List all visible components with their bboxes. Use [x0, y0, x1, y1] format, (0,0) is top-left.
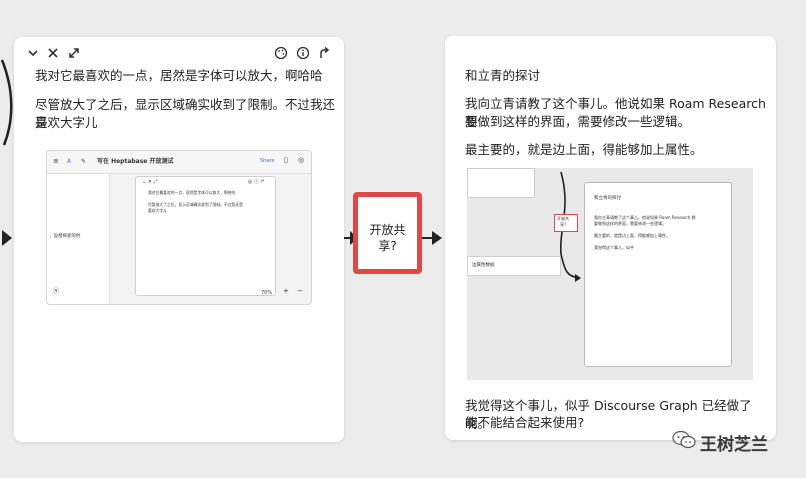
sidebar-toggle-icon: ▯	[284, 156, 288, 164]
screenshot-title: 写在 Heptabase 开放测试	[97, 158, 174, 165]
screenshot-curve	[559, 171, 581, 282]
inner-text-2: 要做到这样的界面，需要修改一些逻辑。	[594, 221, 666, 226]
embedded-screenshot: ≡ A ✎ 写在 Heptabase 开放测试 Share ▯ ◎ ，设想探索的…	[46, 150, 312, 305]
settings-icon: ◎	[298, 156, 305, 164]
inner-toolbar-left: ⌄ ✕ ⤢	[142, 179, 158, 185]
card-paragraph-2-line-2: 喜欢大字儿	[35, 115, 98, 130]
text-icon: A	[67, 158, 72, 165]
screenshot-node: 开放共 享?	[554, 214, 578, 232]
screenshot-sidebar: ，设想探索的时	[47, 174, 110, 304]
node-label-line-1: 开放共	[369, 223, 406, 237]
screenshot-side-card: 边属性数据	[467, 256, 561, 276]
screenshot-right-inner-card: 和立青的探讨 我向立青请教了这个事儿。他说如果 Roam Research 想 …	[584, 182, 732, 367]
zoom-level: 70%	[261, 290, 273, 296]
inner-heading: 和立青的探讨	[594, 196, 621, 201]
card-paragraph-1: 我对它最喜欢的一点，居然是字体可以放大，啊哈哈	[35, 68, 323, 83]
right-paragraph-3-line-2: 能不能结合起来使用?	[465, 415, 585, 430]
node-label-line-2: 享?	[378, 239, 397, 253]
zoom-in-icon: +	[283, 287, 289, 295]
chevron-down-icon[interactable]	[26, 46, 40, 60]
right-card[interactable]: 和立青的探讨 我向立青请教了这个事儿。他说如果 Roam Research 想 …	[445, 36, 776, 440]
screenshot-inner-card: ⌄ ✕ ⤢ ◎ ⓘ ↱ 我对它最喜欢的一点，居然是字体可以放大，啊哈哈 尽管放大…	[135, 176, 276, 296]
expand-icon[interactable]	[67, 46, 81, 60]
zoom-out-icon: −	[297, 287, 303, 295]
screenshot-top-card	[467, 168, 535, 198]
screenshot-side-label: 边属性数据	[472, 263, 495, 268]
screenshot-toolbar: ≡ A ✎ 写在 Heptabase 开放测试 Share ▯ ◎	[47, 151, 311, 174]
right-embedded-screenshot: 边属性数据 开放共 享? 和立青的探讨 我向立青请教了这个事儿。他说如果 Roa…	[467, 168, 753, 380]
right-card-heading: 和立青的探讨	[465, 68, 541, 83]
wechat-icon	[672, 430, 696, 450]
pen-icon: ✎	[81, 158, 87, 165]
watermark: 王树芝兰	[672, 428, 792, 455]
inner-line-3: 喜欢大字儿	[148, 208, 167, 213]
close-icon[interactable]	[46, 46, 60, 60]
screenshot-node-label-2: 享?	[560, 222, 567, 227]
side-text: ，设想探索的时	[49, 234, 81, 239]
palette-icon[interactable]	[273, 46, 289, 60]
inner-line-1: 我对它最喜欢的一点，居然是字体可以放大，啊哈哈	[148, 190, 236, 195]
inner-toolbar-right: ◎ ⓘ ↱	[248, 179, 265, 185]
share-arrow-icon[interactable]	[317, 46, 331, 60]
info-icon[interactable]	[295, 46, 311, 60]
inner-text-4: 我觉得这个事儿，似乎	[594, 245, 634, 250]
help-icon: ⓠ	[53, 288, 60, 295]
menu-icon: ≡	[53, 157, 59, 165]
screenshot-node-label-1: 开放共	[557, 216, 569, 221]
right-paragraph-2: 最主要的，就是边上面，得能够加上属性。	[465, 142, 703, 157]
screenshot-share: Share	[260, 158, 275, 164]
connector-arrow-to-right	[422, 231, 442, 245]
right-paragraph-1-line-2: 要做到这样的界面，需要修改一些逻辑。	[465, 114, 691, 129]
inner-text-3: 最主要的，就是边上面，得能够加上属性。	[594, 233, 670, 238]
middle-node[interactable]: 开放共 享?	[353, 192, 422, 274]
watermark-text: 王树芝兰	[700, 435, 768, 455]
left-card[interactable]: 我对它最喜欢的一点，居然是字体可以放大，啊哈哈 尽管放大了之后，显示区域确实收到…	[14, 37, 344, 442]
